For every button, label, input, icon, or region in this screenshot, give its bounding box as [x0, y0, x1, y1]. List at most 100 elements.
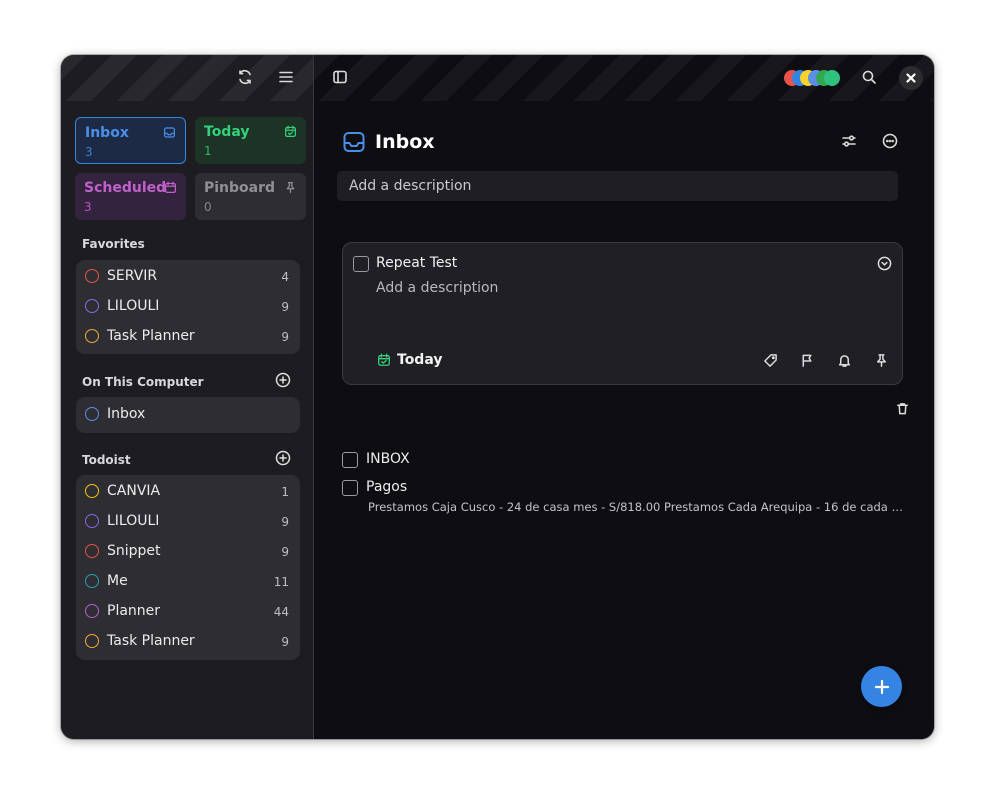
project-label: SERVIR — [107, 268, 158, 284]
project-color-icon — [85, 299, 99, 313]
filter-card-pinboard[interactable]: Pinboard 0 — [195, 173, 306, 220]
flag-icon — [802, 354, 812, 367]
calendar-check-icon — [378, 353, 390, 366]
more-icon — [934, 401, 935, 416]
task-more-button[interactable] — [927, 394, 934, 422]
project-row[interactable]: LILOULI 9 — [76, 507, 300, 537]
sync-accounts-avatars[interactable] — [784, 70, 844, 86]
project-color-icon — [85, 514, 99, 528]
task-due-date-button[interactable]: Today — [377, 352, 442, 368]
project-count: 9 — [281, 545, 289, 559]
filter-card-scheduled[interactable]: Scheduled 3 — [75, 173, 186, 220]
project-count: 44 — [273, 605, 289, 619]
search-icon — [862, 70, 876, 84]
task-due-date-label: Today — [397, 352, 443, 368]
project-color-icon — [85, 407, 99, 421]
collapse-task-button[interactable] — [870, 249, 898, 277]
sidebar-toggle-icon — [333, 70, 347, 84]
main-menu-button[interactable] — [272, 63, 300, 91]
project-row[interactable]: Inbox — [76, 400, 300, 430]
pin-icon — [876, 353, 886, 367]
calendar-icon — [165, 181, 176, 193]
project-count: 9 — [281, 330, 289, 344]
task-checkbox[interactable] — [342, 452, 358, 468]
calendar-check-icon — [285, 125, 296, 137]
project-label: LILOULI — [107, 513, 160, 529]
more-icon — [882, 133, 898, 149]
project-label: Task Planner — [107, 633, 195, 649]
filter-card-today[interactable]: Today 1 — [195, 117, 306, 164]
sync-button[interactable] — [231, 63, 259, 91]
local-section-title: On This Computer — [82, 375, 204, 389]
inbox-title-icon — [342, 130, 366, 154]
project-row[interactable]: Snippet 9 — [76, 537, 300, 567]
add-local-project-button[interactable] — [275, 372, 293, 390]
project-description-input[interactable]: Add a description — [337, 171, 898, 201]
add-circle-icon — [275, 372, 291, 388]
project-label: Inbox — [107, 406, 146, 422]
todoist-section-title: Todoist — [82, 453, 131, 467]
project-row[interactable]: SERVIR 4 — [76, 262, 300, 292]
delete-task-button[interactable] — [888, 394, 916, 422]
task-title: Pagos — [366, 479, 408, 495]
todoist-list: CANVIA 1 LILOULI 9 Snippet 9 Me 11 Plann… — [76, 475, 300, 660]
task-description-input[interactable]: Add a description — [376, 280, 498, 296]
project-count: 1 — [281, 485, 289, 499]
project-label: Me — [107, 573, 128, 589]
pin-icon — [286, 182, 295, 193]
filter-card-count: 1 — [204, 144, 212, 158]
project-row[interactable]: Task Planner 9 — [76, 322, 300, 352]
close-window-button[interactable] — [899, 66, 923, 90]
project-row[interactable]: LILOULI 9 — [76, 292, 300, 322]
sidebar: Inbox 3 Today 1 Scheduled 3 Pinboard 0 F… — [61, 55, 314, 739]
add-task-button[interactable] — [861, 666, 902, 707]
add-todoist-project-button[interactable] — [275, 450, 293, 468]
project-color-icon — [85, 604, 99, 618]
project-label: Task Planner — [107, 328, 195, 344]
project-label: CANVIA — [107, 483, 161, 499]
priority-button[interactable] — [793, 346, 821, 374]
task-checkbox[interactable] — [342, 480, 358, 496]
trash-icon — [896, 402, 908, 414]
close-icon — [906, 73, 916, 83]
project-count: 4 — [281, 270, 289, 284]
project-row[interactable]: CANVIA 1 — [76, 477, 300, 507]
app-window: Inbox 3 Today 1 Scheduled 3 Pinboard 0 F… — [61, 55, 934, 739]
project-label: LILOULI — [107, 298, 160, 314]
tray-icon — [164, 127, 175, 138]
tray-icon — [343, 132, 365, 152]
add-circle-icon — [275, 450, 291, 466]
sync-icon — [239, 69, 251, 85]
labels-button[interactable] — [756, 346, 784, 374]
project-count: 9 — [281, 515, 289, 529]
project-row[interactable]: Me 11 — [76, 567, 300, 597]
project-count: 9 — [281, 300, 289, 314]
filter-card-count: 0 — [204, 200, 212, 214]
plus-icon — [874, 679, 889, 694]
toggle-sidebar-button[interactable] — [326, 63, 354, 91]
view-options-button[interactable] — [835, 127, 863, 155]
task-checkbox[interactable] — [353, 256, 369, 272]
project-label: Snippet — [107, 543, 161, 559]
project-count: 11 — [273, 575, 289, 589]
reminder-button[interactable] — [830, 346, 858, 374]
local-list: Inbox — [76, 397, 300, 433]
filter-card-inbox[interactable]: Inbox 3 — [75, 117, 186, 164]
project-color-icon — [85, 269, 99, 283]
filter-card-count: 3 — [85, 145, 93, 159]
favorites-list: SERVIR 4 LILOULI 9 Task Planner 9 — [76, 260, 300, 354]
search-button[interactable] — [855, 63, 883, 91]
task-title-input[interactable]: Repeat Test — [376, 255, 457, 271]
chevron-down-icon — [877, 256, 891, 270]
pin-task-button[interactable] — [867, 346, 895, 374]
project-color-icon — [85, 574, 99, 588]
project-color-icon — [85, 544, 99, 558]
project-row[interactable]: Task Planner 9 — [76, 627, 300, 657]
project-count: 9 — [281, 635, 289, 649]
task-editor-card: Repeat Test Add a description Today — [342, 242, 903, 385]
project-color-icon — [85, 329, 99, 343]
project-color-icon — [85, 484, 99, 498]
project-menu-button[interactable] — [876, 127, 904, 155]
avatar — [824, 70, 840, 86]
project-row[interactable]: Planner 44 — [76, 597, 300, 627]
